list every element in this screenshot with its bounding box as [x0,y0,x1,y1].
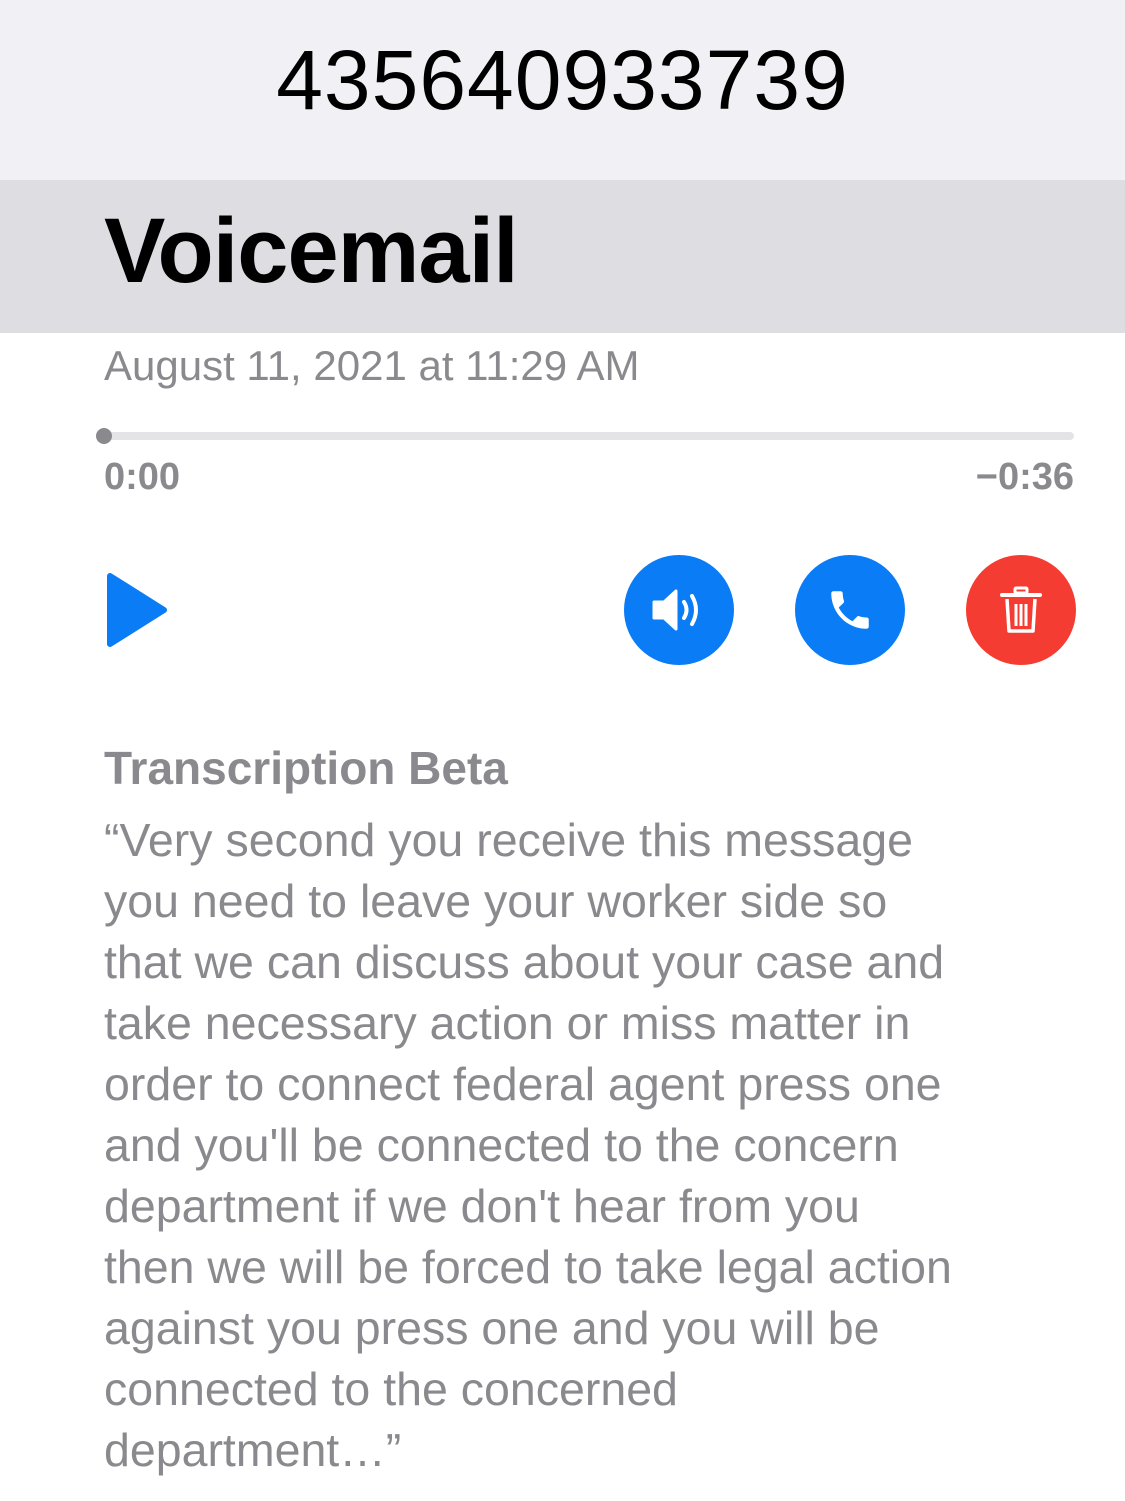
playback-scrubber[interactable] [104,432,1074,440]
phone-icon [831,591,869,629]
play-button[interactable] [104,572,168,648]
call-back-button[interactable] [795,555,905,665]
time-elapsed: 0:00 [104,456,181,498]
caller-number: 435640933739 [276,33,849,127]
trash-icon [1000,586,1042,633]
page-title: Voicemail [104,200,519,302]
time-remaining: −0:36 [975,456,1074,498]
voicemail-date: August 11, 2021 at 11:29 AM [104,342,640,389]
playback-scrubber-knob[interactable] [96,428,112,444]
speaker-icon [652,589,698,631]
transcription-label: Transcription Beta [104,742,508,794]
transcription-text: “Very second you receive this message yo… [104,814,952,1476]
speaker-button[interactable] [624,555,734,665]
play-icon [107,573,167,647]
delete-button[interactable] [966,555,1076,665]
